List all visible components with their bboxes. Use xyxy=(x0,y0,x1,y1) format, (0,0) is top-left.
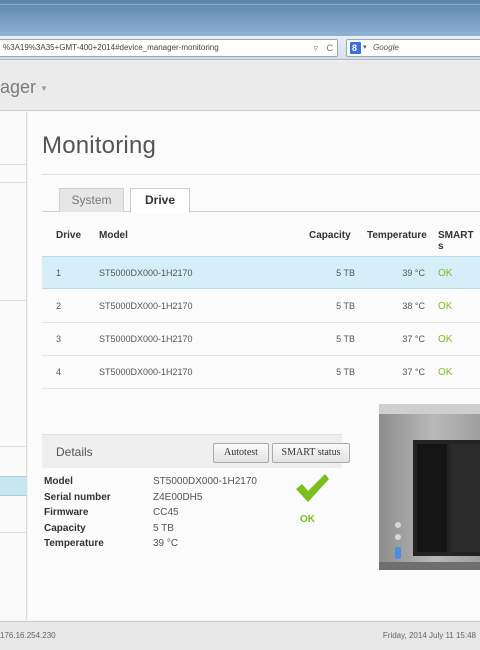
app-header: ager ▼ xyxy=(0,61,480,111)
cell-drive: 3 xyxy=(56,334,62,344)
search-placeholder: Google xyxy=(373,43,399,52)
cell-model: ST5000DX000-1H2170 xyxy=(99,268,193,278)
smart-ok-label: OK xyxy=(300,514,315,525)
sidebar xyxy=(0,112,27,620)
cell-drive: 1 xyxy=(56,268,62,278)
search-engine-caret-icon[interactable]: ▾ xyxy=(363,40,367,56)
cell-capacity: 5 TB xyxy=(336,268,355,278)
smart-status-button[interactable]: SMART status xyxy=(272,443,350,463)
details-header: Details Autotest SMART status xyxy=(42,434,350,468)
detail-label-model: Model xyxy=(44,476,73,487)
cell-smart-status: OK xyxy=(438,268,453,279)
header-model[interactable]: Model xyxy=(99,230,128,241)
cell-capacity: 5 TB xyxy=(336,301,355,311)
table-row[interactable]: 4 ST5000DX000-1H2170 5 TB 37 °C OK xyxy=(42,356,480,389)
detail-value-temperature: 39 °C xyxy=(153,538,179,549)
app-title[interactable]: ager xyxy=(0,77,36,98)
autotest-button[interactable]: Autotest xyxy=(213,443,269,463)
tab-bar: System Drive xyxy=(42,188,480,213)
browser-toolbar: %3A19%3A35+GMT-400+2014#device_manager-m… xyxy=(0,36,480,60)
address-url: %3A19%3A35+GMT-400+2014#device_manager-m… xyxy=(3,43,219,52)
detail-value-capacity: 5 TB xyxy=(153,523,174,534)
cell-capacity: 5 TB xyxy=(336,334,355,344)
cell-model: ST5000DX000-1H2170 xyxy=(99,301,193,311)
cell-model: ST5000DX000-1H2170 xyxy=(99,334,193,344)
table-row[interactable]: 1 ST5000DX000-1H2170 5 TB 39 °C OK xyxy=(42,256,480,289)
cell-smart-status: OK xyxy=(438,367,453,378)
detail-value-model: ST5000DX000-1H2170 xyxy=(153,476,257,487)
search-bar[interactable]: ▾ Google xyxy=(346,39,480,57)
main-content: Monitoring System Drive Drive Model Capa… xyxy=(28,112,480,620)
detail-label-serial: Serial number xyxy=(44,492,111,503)
tab-drive[interactable]: Drive xyxy=(130,188,190,213)
status-bar: 176.16.254.230 Friday, 2014 July 11 15:4… xyxy=(0,621,480,650)
tab-system[interactable]: System xyxy=(59,188,124,212)
details-title: Details xyxy=(56,445,93,459)
cell-temperature: 38 °C xyxy=(402,301,425,311)
cell-model: ST5000DX000-1H2170 xyxy=(99,367,193,377)
sidebar-divider xyxy=(0,300,27,301)
cell-temperature: 39 °C xyxy=(402,268,425,278)
header-drive[interactable]: Drive xyxy=(56,230,81,241)
cell-temperature: 37 °C xyxy=(402,334,425,344)
sidebar-item-active[interactable] xyxy=(0,476,27,496)
check-icon xyxy=(296,474,329,502)
cell-smart-status: OK xyxy=(438,334,453,345)
address-bar[interactable]: %3A19%3A35+GMT-400+2014#device_manager-m… xyxy=(0,39,338,57)
detail-label-capacity: Capacity xyxy=(44,523,86,534)
reload-icon[interactable]: C xyxy=(327,43,334,53)
sidebar-divider xyxy=(0,182,27,183)
detail-value-serial: Z4E00DH5 xyxy=(153,492,203,503)
sidebar-divider xyxy=(0,532,27,533)
cell-smart-status: OK xyxy=(438,301,453,312)
app-menu-caret-icon[interactable]: ▼ xyxy=(40,84,48,93)
table-row[interactable]: 2 ST5000DX000-1H2170 5 TB 38 °C OK xyxy=(42,290,480,323)
browser-title-bar xyxy=(0,0,480,36)
cell-drive: 4 xyxy=(56,367,62,377)
cell-temperature: 37 °C xyxy=(402,367,425,377)
google-search-engine-icon[interactable] xyxy=(350,40,361,56)
cell-drive: 2 xyxy=(56,301,62,311)
device-ip: 176.16.254.230 xyxy=(0,631,56,640)
detail-value-firmware: CC45 xyxy=(153,507,179,518)
header-temperature[interactable]: Temperature xyxy=(367,230,427,241)
header-capacity[interactable]: Capacity xyxy=(309,230,351,241)
sidebar-divider xyxy=(0,164,27,165)
detail-label-temperature: Temperature xyxy=(44,538,104,549)
table-row[interactable]: 3 ST5000DX000-1H2170 5 TB 37 °C OK xyxy=(42,323,480,356)
cell-capacity: 5 TB xyxy=(336,367,355,377)
page-title: Monitoring xyxy=(42,132,157,159)
nas-device-image xyxy=(379,404,480,570)
device-datetime: Friday, 2014 July 11 15:48 xyxy=(382,631,476,640)
title-divider xyxy=(42,174,480,175)
detail-label-firmware: Firmware xyxy=(44,507,89,518)
url-dropdown-icon[interactable]: ▿ xyxy=(313,43,318,53)
header-smart-status[interactable]: SMART s xyxy=(438,230,480,252)
sidebar-divider xyxy=(0,446,27,447)
